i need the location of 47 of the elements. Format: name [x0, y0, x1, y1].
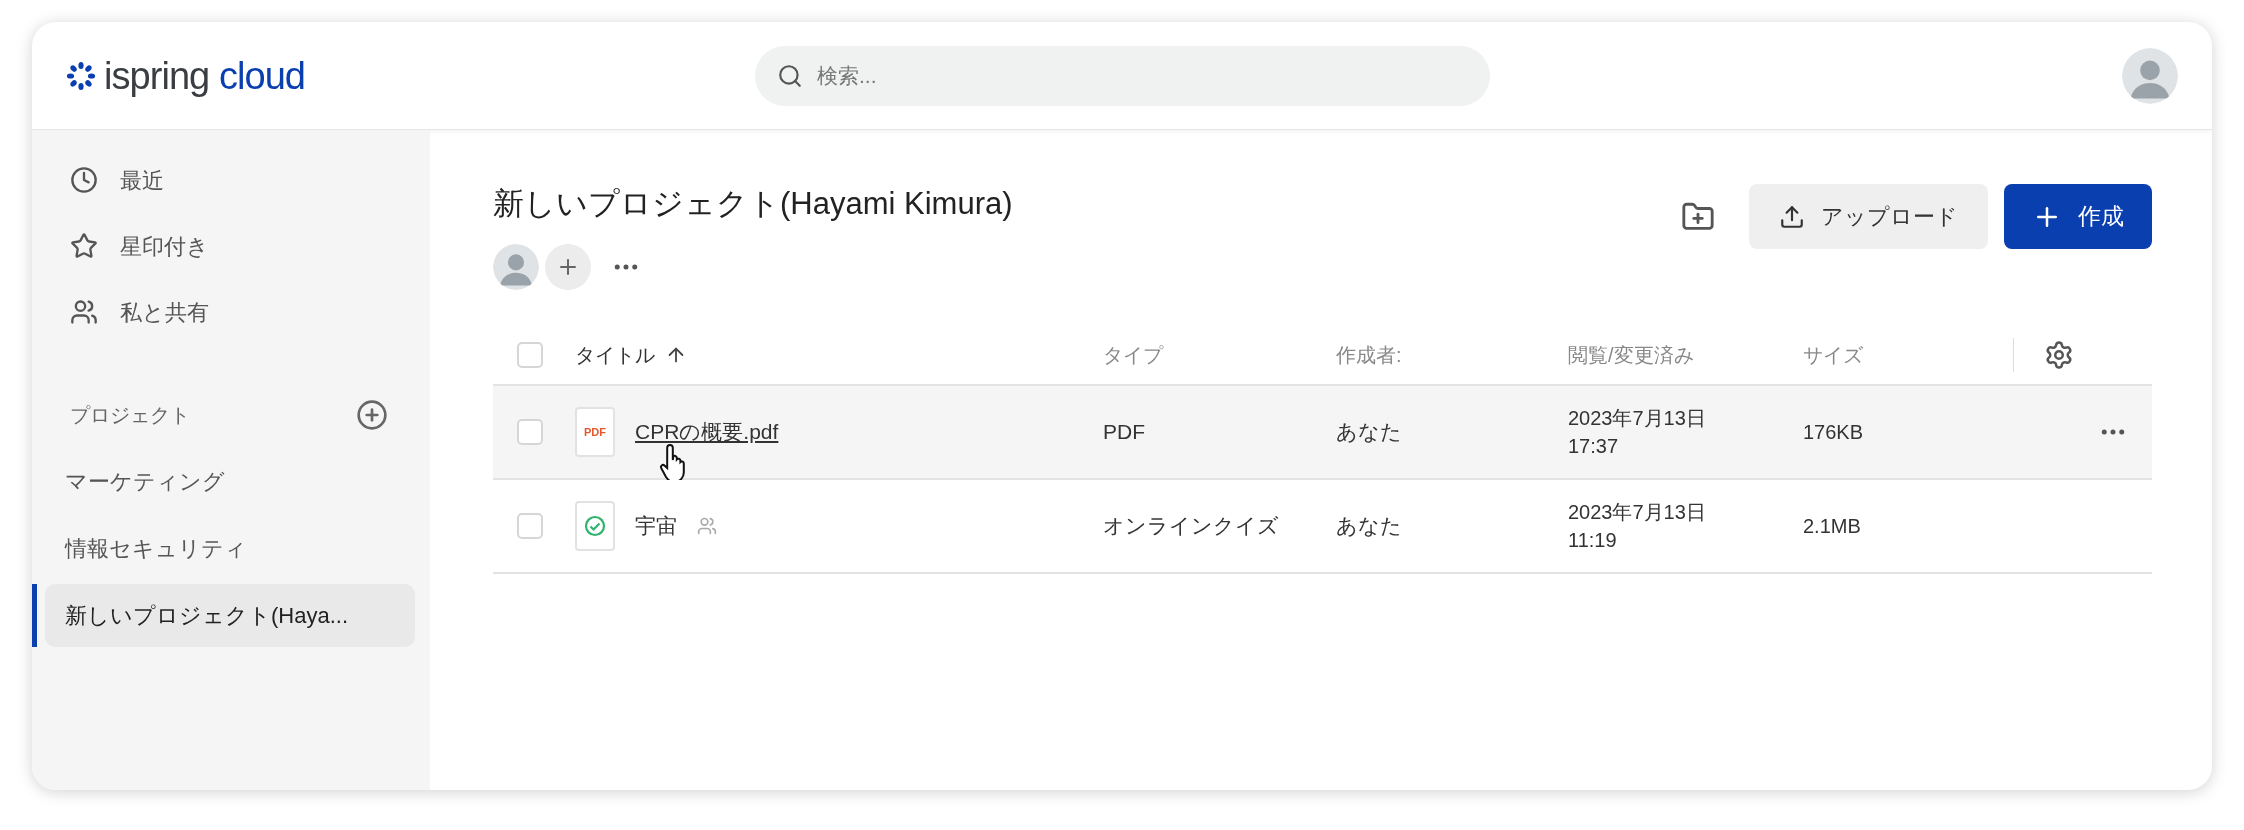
author-name: あなた	[1336, 420, 1402, 444]
checkbox[interactable]	[517, 342, 543, 368]
clock-icon	[70, 166, 98, 194]
page-title: 新しいプロジェクト(Hayami Kimura)	[493, 185, 1013, 223]
search-icon	[777, 62, 803, 89]
sidebar-item[interactable]: 私と共有	[44, 282, 418, 342]
upload-button[interactable]: アップロード	[1749, 184, 1988, 249]
modified-date: 2023年7月13日	[1568, 406, 1707, 431]
column-header[interactable]: 作成者:	[1336, 340, 1402, 370]
add-project-icon[interactable]	[356, 399, 388, 431]
modified-time: 11:19	[1568, 528, 1618, 553]
settings-icon[interactable]	[2044, 340, 2074, 370]
sidebar-item[interactable]: 最近	[44, 150, 418, 210]
logo-text: ispring cloud	[104, 56, 305, 95]
file-type: オンラインクイズ	[1103, 513, 1280, 539]
user-avatar	[2122, 47, 2178, 104]
checkbox[interactable]	[517, 419, 543, 445]
upload-icon	[1779, 203, 1805, 230]
create-button[interactable]: 作成	[2004, 184, 2152, 249]
modified-date: 2023年7月13日	[1568, 500, 1707, 525]
search-field[interactable]: 検索...	[755, 45, 1490, 106]
section-heading: プロジェクト	[70, 403, 190, 428]
add-member-button[interactable]	[545, 244, 591, 290]
file-name-link[interactable]: 宇宙	[635, 510, 677, 542]
logo-icon	[66, 60, 96, 91]
column-header[interactable]: タイトル	[575, 340, 655, 370]
project-item[interactable]: 新しいプロジェクト(Haya...	[45, 584, 415, 647]
file-size: 176KB	[1803, 421, 1864, 443]
file-name-link[interactable]: CPRの概要.pdf	[635, 416, 779, 448]
pdf-file-icon: PDF	[575, 407, 615, 457]
file-size: 2.1MB	[1803, 515, 1861, 537]
star-icon	[70, 232, 98, 260]
project-item[interactable]: 情報セキュリティ	[45, 517, 415, 580]
member-avatar	[493, 244, 539, 290]
people-icon	[70, 298, 98, 326]
checkbox[interactable]	[517, 513, 543, 539]
column-header[interactable]: タイプ	[1103, 340, 1163, 370]
sidebar-item[interactable]: 星印付き	[44, 216, 418, 276]
column-header[interactable]: サイズ	[1803, 340, 1863, 370]
author-name: あなた	[1336, 514, 1402, 538]
project-item[interactable]: マーケティング	[45, 450, 415, 513]
table-row[interactable]: 宇宙 オンラインクイズ あなた 2023年7月13日 11:19 2.1MB	[493, 480, 2152, 574]
column-header[interactable]: 閲覧/変更済み	[1568, 340, 1694, 370]
file-type: PDF	[1103, 419, 1146, 445]
modified-time: 17:37	[1568, 434, 1620, 459]
quiz-file-icon	[575, 501, 615, 551]
table-row[interactable]: PDF CPRの概要.pdf PDF あなた 2023年7月13日 17:37 176KB	[493, 386, 2152, 480]
